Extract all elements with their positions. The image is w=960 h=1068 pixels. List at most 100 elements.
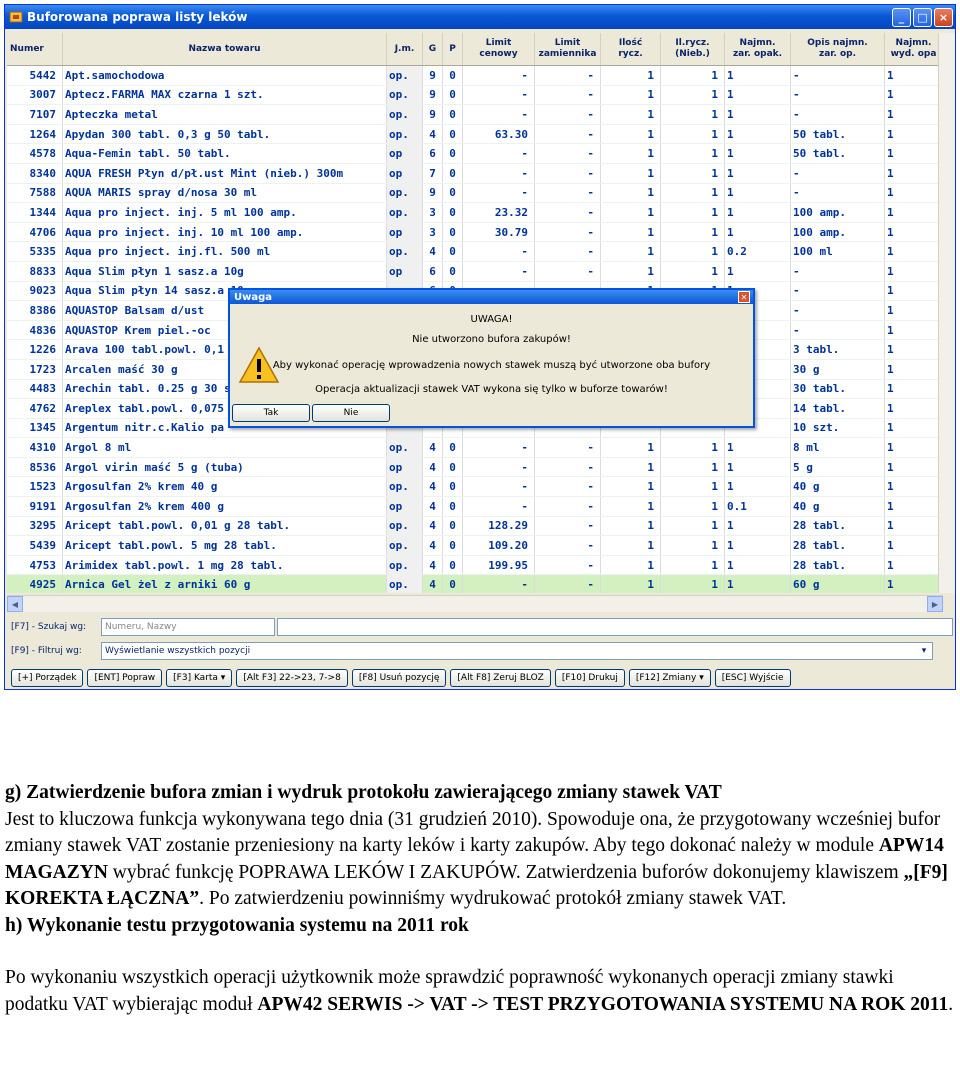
table-cell-ir: 1 bbox=[601, 555, 661, 575]
table-cell-lc: 63.30 bbox=[463, 124, 535, 144]
table-cell-n: 4836 bbox=[7, 320, 63, 340]
function-button[interactable]: [F3] Karta ▾ bbox=[166, 669, 233, 687]
function-button[interactable]: [F8] Usuń pozycję bbox=[351, 669, 447, 687]
table-row[interactable]: 8340 AQUA FRESH Płyn d/pł.ust Mint (nieb.… bbox=[7, 163, 943, 184]
table-row[interactable]: 3295 Aricept tabl.powl. 0,01 g 28 tabl. op… bbox=[7, 516, 943, 537]
table-cell-jm: op. bbox=[387, 536, 423, 555]
table-cell-nw: 1 bbox=[885, 203, 943, 222]
table-row[interactable]: 1264 Apydan 300 tabl. 0,3 g 50 tabl. op. 4 0… bbox=[7, 124, 943, 145]
table-cell-nw: 1 bbox=[885, 340, 943, 359]
column-header[interactable]: Limit cenowy bbox=[463, 33, 535, 65]
scroll-left-icon[interactable]: ◀ bbox=[7, 596, 23, 612]
table-cell-opis: 100 ml bbox=[791, 242, 885, 261]
table-row[interactable]: 9191 Argosulfan 2% krem 400 g op 4 0- -1 1 0.1 4… bbox=[7, 497, 943, 517]
table-cell-opis: 28 tabl. bbox=[791, 516, 885, 536]
table-cell-lc: - bbox=[463, 163, 535, 183]
column-header[interactable]: Numer bbox=[7, 33, 63, 65]
table-cell-opis: - bbox=[791, 163, 885, 183]
table-cell-lz: - bbox=[535, 183, 601, 203]
column-header[interactable]: Il.rycz. (Nieb.) bbox=[661, 33, 725, 65]
table-cell-nw: 1 bbox=[885, 105, 943, 124]
function-button[interactable]: [ENT] Popraw bbox=[87, 669, 163, 687]
chevron-down-icon[interactable]: ▾ bbox=[916, 646, 932, 656]
table-cell-n: 1723 bbox=[7, 359, 63, 379]
table-cell-opis: 50 tabl. bbox=[791, 124, 885, 144]
table-cell-lc: - bbox=[463, 575, 535, 593]
table-row[interactable]: 4753 Arimidex tabl.powl. 1 mg 28 tabl. op.… bbox=[7, 555, 943, 576]
yes-button[interactable]: Tak bbox=[232, 404, 310, 422]
table-cell-ir: 1 bbox=[601, 144, 661, 163]
column-header[interactable]: Najmn. wyd. opa bbox=[885, 33, 943, 65]
table-row[interactable]: 8833 Aqua Slim płyn 1 sasz.a 10g op 6 0- -1 1 1… bbox=[7, 261, 943, 282]
dialog-line-3: Operacja aktualizacji stawek VAT wykona … bbox=[315, 384, 668, 395]
column-header[interactable]: Limit zamiennika bbox=[535, 33, 601, 65]
table-cell-n: 8386 bbox=[7, 301, 63, 320]
table-row[interactable]: 1523 Argosulfan 2% krem 40 g op. 4 0- -1 1 1 40 … bbox=[7, 477, 943, 498]
table-cell-p: 0 bbox=[443, 85, 463, 105]
table-row[interactable]: 4578 Aqua-Femin tabl. 50 tabl. op 6 0- -1 1 1 50… bbox=[7, 144, 943, 164]
table-cell-lz: - bbox=[535, 516, 601, 536]
vertical-scrollbar[interactable] bbox=[938, 33, 955, 593]
table-cell-g: 9 bbox=[423, 105, 443, 124]
table-cell-n: 9023 bbox=[7, 281, 63, 301]
g-text-3: . Po zatwierdzeniu powinniśmy wydrukować… bbox=[199, 888, 787, 909]
table-row[interactable]: 7588 AQUA MARIS spray d/nosa 30 ml op. 9 0- -… bbox=[7, 183, 943, 204]
minimize-button[interactable]: _ bbox=[892, 7, 911, 27]
dialog-line-2: Aby wykonać operację wprowadzenia nowych… bbox=[272, 360, 711, 371]
function-button[interactable]: [+] Porządek bbox=[11, 669, 84, 687]
table-row[interactable]: 4706 Aqua pro inject. inj. 10 ml 100 amp.… bbox=[7, 222, 943, 243]
no-button[interactable]: Nie bbox=[312, 404, 390, 422]
column-header[interactable]: J.m. bbox=[387, 33, 423, 65]
table-cell-n: 1226 bbox=[7, 340, 63, 359]
table-row[interactable]: 5439 Aricept tabl.powl. 5 mg 28 tabl. op. 4… bbox=[7, 536, 943, 556]
column-header[interactable]: Najmn. zar. opak. bbox=[725, 33, 791, 65]
function-button[interactable]: [F10] Drukuj bbox=[554, 669, 625, 687]
table-cell-nw: 1 bbox=[885, 66, 943, 85]
table-cell-name: AQUA FRESH Płyn d/pł.ust Mint (nieb.) 30… bbox=[63, 163, 387, 183]
maximize-button[interactable]: □ bbox=[913, 7, 932, 27]
table-cell-nw: 1 bbox=[885, 261, 943, 281]
function-button[interactable]: [Alt F3] 22->23, 7->8 bbox=[236, 669, 348, 687]
table-cell-irn: 1 bbox=[661, 261, 725, 281]
table-cell-nw: 1 bbox=[885, 320, 943, 340]
table-row[interactable]: 7107 Apteczka metal op. 9 0- -1 1 1-1 bbox=[7, 105, 943, 125]
table-cell-g: 4 bbox=[423, 242, 443, 261]
table-cell-opis: 100 amp. bbox=[791, 222, 885, 242]
table-cell-n: 1264 bbox=[7, 124, 63, 144]
table-cell-lz: - bbox=[535, 105, 601, 124]
search-input[interactable] bbox=[277, 618, 953, 636]
table-row[interactable]: 5442 Apt.samochodowa op. 9 0- -1 1 1-1 bbox=[7, 66, 943, 86]
column-header[interactable]: P bbox=[443, 33, 463, 65]
column-header[interactable]: Ilość rycz. bbox=[601, 33, 661, 65]
table-cell-ir: 1 bbox=[601, 222, 661, 242]
table-row[interactable]: 4925 Arnica Gel żel z arniki 60 g op. 4 0- -1… bbox=[7, 575, 943, 593]
table-cell-p: 0 bbox=[443, 105, 463, 124]
function-button[interactable]: [F12] Zmiany ▾ bbox=[628, 669, 711, 687]
function-button[interactable]: [Alt F8] Zeruj BLOZ bbox=[450, 669, 551, 687]
scroll-right-icon[interactable]: ▶ bbox=[927, 596, 943, 612]
column-header[interactable]: Nazwa towaru bbox=[63, 33, 387, 65]
filter-select[interactable]: Wyświetlanie wszystkich pozycji ▾ bbox=[101, 642, 933, 660]
column-header[interactable]: Opis najmn. zar. op. bbox=[791, 33, 885, 65]
table-cell-nw: 1 bbox=[885, 516, 943, 536]
table-cell-irn: 1 bbox=[661, 163, 725, 183]
table-cell-lz: - bbox=[535, 477, 601, 497]
table-cell-p: 0 bbox=[443, 163, 463, 183]
table-row[interactable]: 3007 Aptecz.FARMA MAX czarna 1 szt. op. 9 0-… bbox=[7, 85, 943, 106]
table-cell-ir: 1 bbox=[601, 261, 661, 281]
column-header[interactable]: G bbox=[423, 33, 443, 65]
dialog-close-icon[interactable]: ✕ bbox=[738, 291, 750, 303]
table-cell-p: 0 bbox=[443, 575, 463, 593]
table-cell-ir: 1 bbox=[601, 497, 661, 516]
table-row[interactable]: 4310 Argol 8 ml op. 4 0- -1 1 1 8 ml 1 bbox=[7, 438, 943, 458]
table-row[interactable]: 1344 Aqua pro inject. inj. 5 ml 100 amp. o… bbox=[7, 203, 943, 223]
table-row[interactable]: 8536 Argol virin maść 5 g (tuba) op 4 0- -1 1 1… bbox=[7, 457, 943, 478]
close-button[interactable]: × bbox=[934, 7, 953, 27]
table-cell-n: 3007 bbox=[7, 85, 63, 105]
table-cell-n: 4925 bbox=[7, 575, 63, 593]
horizontal-scrollbar[interactable]: ◀ ▶ bbox=[7, 595, 943, 612]
function-button[interactable]: [ESC] Wyjście bbox=[714, 669, 791, 687]
table-cell-nz: 1 bbox=[725, 183, 791, 203]
search-mode-select[interactable]: Numeru, Nazwy bbox=[101, 618, 275, 636]
table-row[interactable]: 5335 Aqua pro inject. inj.fl. 500 ml op. 4 0… bbox=[7, 242, 943, 262]
